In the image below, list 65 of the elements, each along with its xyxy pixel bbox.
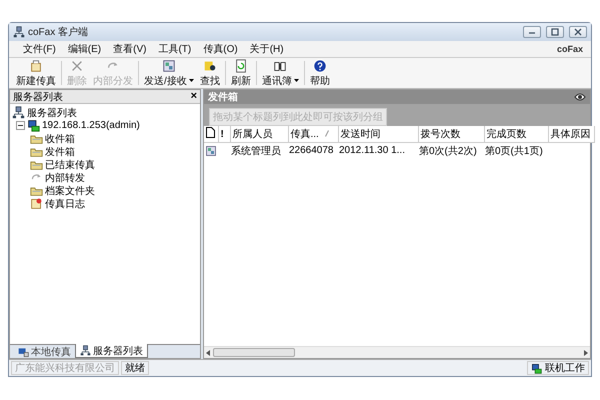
- column-header[interactable]: !: [218, 126, 230, 142]
- tree-item[interactable]: 收件箱: [45, 132, 75, 146]
- grid-icon: [162, 58, 176, 72]
- table-cell: 第0次(共2次): [418, 142, 484, 158]
- scroll-left-icon[interactable]: [206, 350, 210, 356]
- toolbar-button[interactable]: 刷新: [228, 58, 254, 88]
- menu-item[interactable]: 编辑(E): [62, 42, 108, 56]
- network-icon: [12, 106, 25, 119]
- horizontal-scrollbar[interactable]: [204, 346, 590, 358]
- computer-icon: [27, 119, 40, 132]
- tab[interactable]: 服务器列表: [75, 344, 148, 358]
- column-header[interactable]: 完成页数: [484, 126, 548, 142]
- tree-item[interactable]: 内部转发: [45, 170, 85, 184]
- tree-item[interactable]: 发件箱: [45, 144, 75, 158]
- eye-icon[interactable]: [574, 92, 586, 102]
- panel-title: 服务器列表: [13, 90, 63, 104]
- tree-item[interactable]: 传真日志: [45, 196, 85, 210]
- toolbar-button[interactable]: 新建传真: [13, 58, 59, 88]
- tree-item[interactable]: 192.168.1.253(admin): [42, 120, 140, 131]
- scroll-right-icon[interactable]: [584, 350, 588, 356]
- fax-icon: [205, 144, 217, 156]
- log-icon: [30, 197, 43, 210]
- table-cell: 第0页(共1页): [484, 142, 548, 158]
- column-header[interactable]: 具体原因: [548, 126, 594, 142]
- minimize-button[interactable]: [523, 26, 541, 38]
- menu-item[interactable]: 关于(H): [244, 42, 290, 56]
- status-text: 就绪: [121, 361, 149, 375]
- table-cell: 系统管理员: [230, 142, 288, 158]
- tree-item[interactable]: 档案文件夹: [45, 184, 95, 198]
- table-cell: 2012.11.30 1...: [338, 142, 418, 158]
- column-header[interactable]: 拨号次数: [418, 126, 484, 142]
- table-row[interactable]: 系统管理员 22664078 2012.11.30 1... 第0次(共2次) 第0页(共1页): [204, 142, 594, 158]
- collapse-toggle[interactable]: [16, 121, 25, 130]
- column-header[interactable]: [204, 126, 218, 142]
- app-icon: [13, 26, 25, 38]
- menu-item[interactable]: 工具(T): [152, 42, 198, 56]
- tree-item[interactable]: 已结束传真: [45, 158, 95, 172]
- network-icon: [80, 345, 91, 356]
- column-header[interactable]: 发送时间: [338, 126, 418, 142]
- toolbar-button[interactable]: 查找: [196, 58, 223, 88]
- toolbar-button[interactable]: 发送/接收: [141, 58, 197, 88]
- menu-item[interactable]: 文件(F): [17, 42, 62, 56]
- column-header[interactable]: 传真...: [288, 126, 338, 142]
- close-button[interactable]: ×: [190, 91, 197, 102]
- computer-icon: [531, 362, 542, 374]
- maximize-icon: [550, 27, 560, 37]
- cross-icon: [70, 58, 84, 72]
- close-icon: [573, 27, 583, 37]
- menu-item[interactable]: 查看(V): [107, 42, 152, 56]
- table-cell: 22664078: [288, 142, 338, 158]
- window-title: coFax 客户端: [28, 26, 90, 39]
- maximize-button[interactable]: [546, 26, 564, 38]
- menu-item[interactable]: 传真(O): [197, 42, 244, 56]
- panel-title: 发件箱: [208, 90, 238, 104]
- connection-status: 联机工作: [527, 361, 589, 375]
- column-header[interactable]: 所属人员: [230, 126, 288, 142]
- toolbar-button[interactable]: 帮助: [306, 58, 333, 88]
- company-name: 广东能兴科技有限公司: [11, 361, 119, 375]
- group-by-hint: 拖动某个标题列到此处即可按该列分组: [209, 108, 387, 126]
- computer-icon: [18, 346, 29, 358]
- logo: coFax: [556, 44, 583, 54]
- toolbar-button[interactable]: 通讯簿: [258, 58, 302, 88]
- close-button[interactable]: [569, 26, 587, 38]
- tree-item[interactable]: 服务器列表: [27, 106, 77, 120]
- tab[interactable]: 本地传真: [14, 346, 75, 358]
